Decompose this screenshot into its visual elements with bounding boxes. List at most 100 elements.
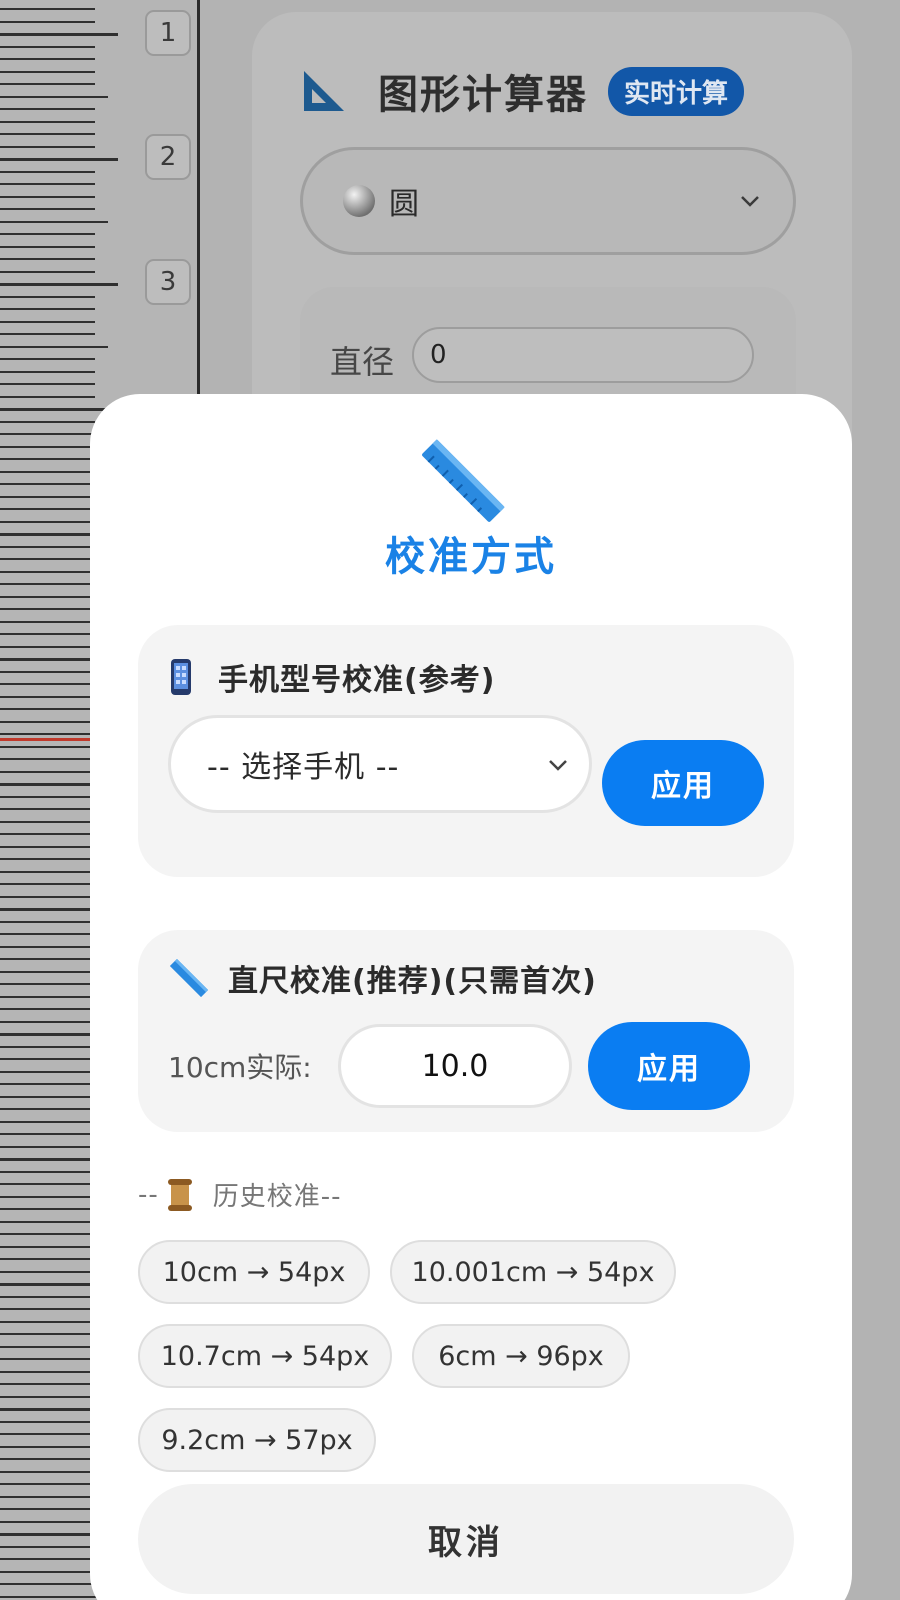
ruler-tick <box>0 958 95 960</box>
ruler-tick <box>0 445 95 448</box>
ruler-tick <box>0 858 95 860</box>
scroll-icon <box>167 1178 192 1211</box>
history-prefix: -- <box>138 1179 159 1210</box>
calculator-header: 图形计算器 实时计算 <box>300 62 745 120</box>
ruler-tick <box>0 945 95 948</box>
phone-select-value: -- 选择手机 -- <box>207 750 400 785</box>
ruler-apply-button[interactable]: 应用 <box>588 1022 750 1110</box>
phone-section-header: 手机型号校准(参考) <box>170 655 495 699</box>
ruler-tick <box>0 1195 95 1198</box>
ruler-tick <box>0 495 95 498</box>
ruler-tick <box>0 333 95 335</box>
ruler-tick <box>0 895 95 898</box>
circle-icon <box>343 185 375 217</box>
history-chip[interactable]: 9.2cm → 57px <box>138 1408 376 1472</box>
ruler-tick <box>0 1445 95 1448</box>
ruler-tick <box>0 195 95 198</box>
history-chip[interactable]: 10.001cm → 54px <box>390 1240 676 1304</box>
ruler-tick <box>0 408 118 411</box>
cancel-button[interactable]: 取消 <box>138 1484 794 1594</box>
phone-icon <box>171 659 191 695</box>
ruler-tick <box>0 983 95 985</box>
shape-select-value: 圆 <box>389 187 419 222</box>
ruler-tick <box>0 808 95 810</box>
shape-select[interactable]: 圆 <box>300 147 796 255</box>
ruler-tick <box>0 145 95 148</box>
history-chip[interactable]: 10cm → 54px <box>138 1240 370 1304</box>
ruler-tick <box>0 695 95 698</box>
ruler-tick <box>0 20 95 23</box>
ruler-tick <box>0 708 95 710</box>
ruler-tick <box>0 1583 95 1585</box>
ruler-tick <box>0 1420 95 1423</box>
ruler-tick <box>0 233 95 235</box>
ruler-tick <box>0 420 95 423</box>
phone-apply-button[interactable]: 应用 <box>602 740 764 826</box>
ruler-tick <box>0 1183 95 1185</box>
history-chip[interactable]: 6cm → 96px <box>412 1324 630 1388</box>
ruler-tick <box>0 1020 95 1023</box>
phone-calibration-section: 手机型号校准(参考) -- 选择手机 -- 应用 <box>138 625 794 877</box>
ruler-tick <box>0 1483 95 1485</box>
ruler-tick <box>0 245 95 248</box>
ruler-tick <box>0 670 95 673</box>
ruler-tick <box>0 770 95 773</box>
ruler-tick <box>0 58 95 60</box>
history-chip[interactable]: 10.7cm → 54px <box>138 1324 392 1388</box>
ruler-calibration-section: 直尺校准(推荐)(只需首次) 10cm实际: 10.0 应用 <box>138 930 794 1132</box>
ruler-tick <box>0 170 95 173</box>
ruler-tick <box>0 920 95 923</box>
ruler-tick <box>0 1433 95 1435</box>
ruler-tick <box>0 1145 95 1148</box>
ruler-tick <box>0 308 95 310</box>
ruler-tick <box>0 1083 95 1085</box>
modal-title: 校准方式 <box>385 534 557 580</box>
ruler-tick <box>0 258 95 260</box>
ruler-icon <box>422 439 505 522</box>
ruler-tick <box>0 583 95 585</box>
history-title: 历史校准-- <box>212 1182 342 1212</box>
ruler-tick <box>0 520 95 523</box>
ruler-tick <box>0 295 95 298</box>
ruler-tick <box>0 508 95 510</box>
ruler-tick <box>0 1170 95 1173</box>
ruler-tick <box>0 1120 95 1123</box>
ruler-tick <box>0 370 95 373</box>
ruler-tick <box>0 220 108 223</box>
phone-model-select[interactable]: -- 选择手机 -- <box>168 715 592 813</box>
ruler-tick <box>0 395 95 398</box>
ruler-tick <box>0 1333 95 1335</box>
ruler-tick <box>0 1233 95 1235</box>
ruler-tick <box>0 1008 95 1010</box>
diameter-input[interactable]: 0 <box>412 327 754 383</box>
ruler-section-header: 直尺校准(推荐)(只需首次) <box>170 956 597 1000</box>
calculator-title: 图形计算器 <box>378 72 588 118</box>
ruler-tick <box>0 1308 95 1310</box>
ruler-tick <box>0 645 95 648</box>
ruler-tick <box>0 70 95 73</box>
ruler-tick <box>0 683 95 685</box>
ruler-tick <box>0 1383 95 1385</box>
actual-length-input[interactable]: 10.0 <box>338 1024 572 1108</box>
phone-section-title: 手机型号校准(参考) <box>218 663 496 698</box>
ruler-tick <box>0 545 95 548</box>
ruler-tick <box>0 1133 95 1135</box>
ruler-tick <box>0 1520 95 1523</box>
ruler-tick <box>0 45 95 48</box>
ruler-tick <box>0 1508 95 1510</box>
actual-length-label: 10cm实际: <box>168 1051 312 1084</box>
ruler-tick <box>0 1258 95 1260</box>
ruler-tick <box>0 458 95 460</box>
ruler-tick <box>0 745 95 748</box>
ruler-tick <box>0 1358 95 1360</box>
ruler-tick <box>0 620 95 623</box>
ruler-tick <box>0 1070 95 1073</box>
chevron-down-icon <box>741 196 759 207</box>
ruler-tick <box>0 83 95 85</box>
ruler-tick <box>0 1370 95 1373</box>
ruler-tick <box>0 1045 95 1048</box>
ruler-tick <box>0 483 95 485</box>
ruler-number: 3 <box>145 259 191 305</box>
ruler-tick <box>0 1295 95 1298</box>
ruler-tick <box>0 95 108 98</box>
